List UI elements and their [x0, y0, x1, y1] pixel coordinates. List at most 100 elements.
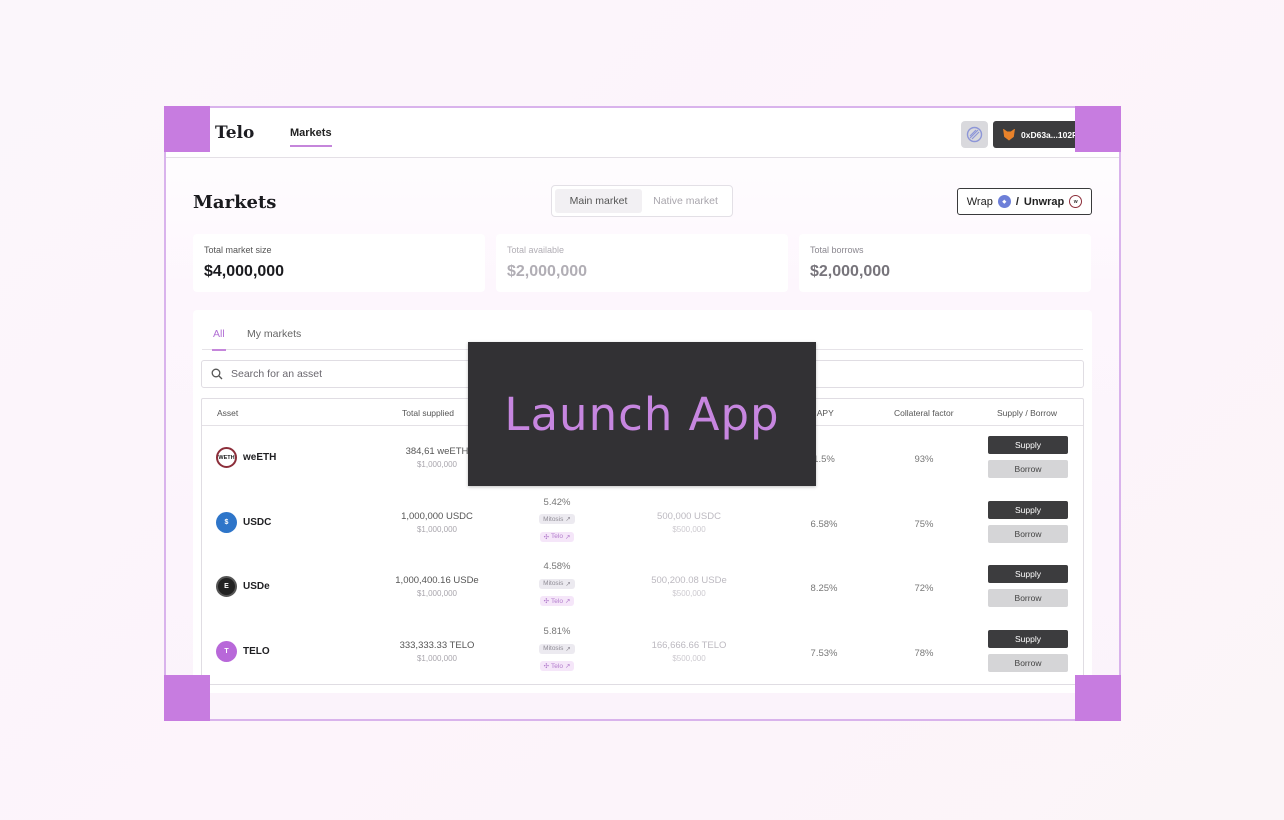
pill-label: Mitosis: [543, 645, 564, 653]
supply-apy: 5.81%: [543, 626, 571, 638]
borrowed-usd: $500,000: [672, 589, 706, 599]
telo-mini-icon: ✣: [543, 598, 550, 606]
eth-icon: ◆: [997, 195, 1011, 208]
pill-label: Mitosis: [543, 515, 564, 523]
supplied-usd: $1,000,000: [416, 654, 458, 664]
col-total-supplied[interactable]: Total supplied: [402, 408, 454, 418]
supply-apy: 4.58%: [543, 561, 571, 573]
supplied-usd: $1,000,000: [416, 589, 458, 599]
asset-name: TELO: [243, 646, 270, 658]
tab-my-markets[interactable]: My markets: [247, 328, 301, 340]
supply-apy: 5.42%: [543, 496, 571, 508]
total-supplied-cell: 1,000,000 USDC $1,000,000: [367, 511, 507, 534]
supply-button[interactable]: Supply: [988, 436, 1068, 454]
collateral-factor: 72%: [914, 583, 934, 595]
borrowed-usd: $500,000: [672, 524, 706, 534]
supply-button[interactable]: Supply: [988, 500, 1068, 519]
wallet-address: 0xD63a...102F8: [1021, 129, 1082, 140]
app-header: Telo Markets 0xD63a...102F8: [166, 108, 1119, 158]
telo-mini-icon: ✣: [543, 533, 550, 541]
logo-text: Telo: [215, 123, 255, 143]
asset-cell: T TELO: [216, 641, 270, 663]
wrap-label: Wrap: [966, 195, 993, 208]
wrap-unwrap-button[interactable]: Wrap ◆ / Unwrap w: [957, 188, 1092, 215]
asset-cell: WETH weETH: [216, 447, 276, 468]
corner-accent-bottom-left: [164, 675, 210, 721]
supplied-amount: 1,000,000 USDC: [401, 510, 473, 522]
pill-label: Telo: [551, 533, 563, 541]
borrow-apy: 7.53%: [810, 648, 838, 660]
telo-pill[interactable]: ✣ Telo ↗: [539, 661, 575, 672]
action-buttons: Supply Borrow: [988, 630, 1068, 673]
total-borrowed-cell: 500,000 USDC $500,000: [619, 511, 759, 534]
launch-app-button[interactable]: Launch App: [468, 342, 816, 486]
supply-apy-cell: 5.81% Mitosis ↗ ✣ Telo ↗: [527, 626, 587, 673]
mitosis-pill[interactable]: Mitosis ↗: [539, 643, 575, 654]
collateral-factor: 78%: [914, 648, 934, 660]
stat-total-borrows: Total borrows $2,000,000: [799, 234, 1091, 292]
col-asset: Asset: [217, 408, 239, 418]
telo-pill[interactable]: ✣ Telo ↗: [539, 531, 575, 542]
collateral-factor: 93%: [914, 454, 934, 465]
main-market-tab[interactable]: Main market: [555, 189, 642, 213]
supplied-usd: $1,000,000: [416, 524, 458, 534]
collateral-factor: 75%: [914, 518, 934, 530]
table-row[interactable]: $ USDC 1,000,000 USDC $1,000,000 5.42% M…: [202, 491, 1083, 556]
corner-accent-top-left: [164, 106, 210, 152]
asset-name: weETH: [243, 452, 277, 463]
asset-name: USDe: [243, 581, 270, 593]
tab-all[interactable]: All: [212, 328, 226, 351]
asset-name: USDC: [243, 516, 272, 528]
pill-label: Mitosis: [543, 580, 564, 588]
borrow-button[interactable]: Borrow: [988, 589, 1068, 608]
pill-label: Telo: [551, 662, 563, 670]
weeth-icon: w: [1069, 195, 1083, 208]
table-row[interactable]: E USDe 1,000,400.16 USDe $1,000,000 4.58…: [202, 555, 1083, 620]
pill-label: Telo: [551, 597, 563, 605]
supply-button[interactable]: Supply: [988, 630, 1068, 649]
action-buttons: Supply Borrow: [988, 500, 1068, 543]
page-title: Markets: [193, 192, 277, 213]
unwrap-label: Unwrap: [1023, 195, 1065, 208]
external-link-icon: ↗: [564, 533, 571, 541]
external-link-icon: ↗: [565, 645, 571, 653]
asset-coin-icon: T: [216, 641, 237, 663]
telo-mini-icon: ✣: [543, 663, 550, 671]
stat-value: $4,000,000: [204, 263, 285, 280]
stat-value: $2,000,000: [507, 263, 588, 280]
action-buttons: Supply Borrow: [988, 436, 1068, 478]
borrow-button[interactable]: Borrow: [988, 654, 1068, 673]
external-link-icon: ↗: [564, 663, 571, 671]
network-icon-button[interactable]: [961, 121, 988, 148]
search-icon: [211, 368, 223, 380]
stat-label: Total market size: [204, 245, 272, 255]
supplied-amount: 1,000,400.16 USDe: [395, 575, 479, 587]
metamask-fox-icon: [1003, 128, 1015, 141]
borrow-button[interactable]: Borrow: [988, 460, 1068, 478]
supply-apy-cell: 4.58% Mitosis ↗ ✣ Telo ↗: [527, 561, 587, 608]
supplied-amount: 333,333.33 TELO: [399, 640, 475, 652]
stat-label: Total available: [507, 245, 565, 255]
table-row[interactable]: T TELO 333,333.33 TELO $1,000,000 5.81% …: [202, 620, 1083, 685]
network-icon: [966, 126, 983, 143]
asset-cell: $ USDC: [216, 511, 272, 533]
asset-coin-icon: E: [216, 576, 237, 598]
stat-value: $2,000,000: [810, 263, 891, 280]
borrowed-amount: 500,200.08 USDe: [651, 575, 727, 587]
mitosis-pill[interactable]: Mitosis ↗: [539, 514, 575, 525]
borrow-apy: 6.58%: [810, 518, 838, 530]
native-market-tab[interactable]: Native market: [642, 189, 729, 213]
external-link-icon: ↗: [565, 516, 571, 524]
supply-button[interactable]: Supply: [988, 565, 1068, 584]
corner-accent-top-right: [1075, 106, 1121, 152]
mitosis-pill[interactable]: Mitosis ↗: [539, 578, 575, 589]
col-collateral-factor: Collateral factor: [894, 408, 954, 418]
total-borrowed-cell: 500,200.08 USDe $500,000: [619, 575, 759, 598]
telo-pill[interactable]: ✣ Telo ↗: [539, 596, 575, 607]
borrow-button[interactable]: Borrow: [988, 524, 1068, 543]
corner-accent-bottom-right: [1075, 675, 1121, 721]
asset-coin-icon: WETH: [216, 447, 237, 468]
asset-cell: E USDe: [216, 576, 270, 598]
borrow-apy: 8.25%: [810, 583, 838, 595]
nav-markets-link[interactable]: Markets: [290, 127, 332, 147]
